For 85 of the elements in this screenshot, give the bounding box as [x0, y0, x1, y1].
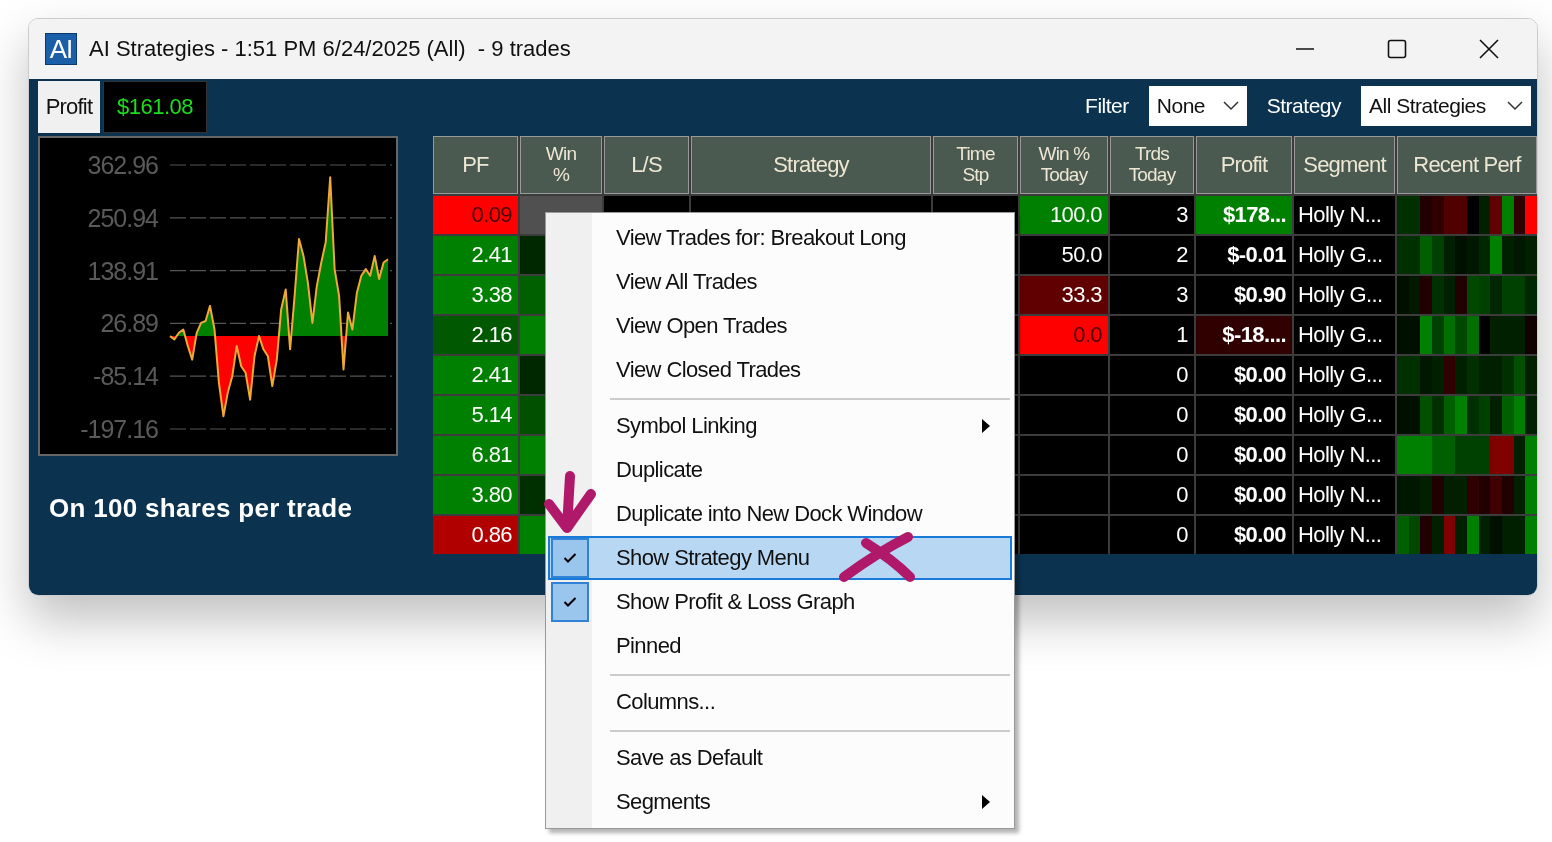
table-cell: Holly N...	[1294, 196, 1395, 234]
chevron-down-icon	[1222, 101, 1239, 111]
chevron-down-icon	[1507, 101, 1523, 111]
menu-item[interactable]: Segments	[548, 780, 1012, 824]
table-cell: 0	[1110, 476, 1194, 514]
profit-button[interactable]: Profit	[38, 81, 100, 133]
strategy-label: Strategy	[1266, 94, 1341, 118]
table-cell: Holly G...	[1294, 276, 1395, 314]
filter-label: Filter	[1085, 94, 1129, 118]
table-cell: $0.00	[1196, 396, 1292, 434]
table-cell: Holly N...	[1294, 436, 1395, 474]
table-cell: 100.0	[1020, 196, 1108, 234]
column-header[interactable]: Time Stp	[933, 136, 1018, 194]
y-tick-label: 138.91	[87, 256, 158, 285]
table-cell: $0.00	[1196, 356, 1292, 394]
table-cell: $0.90	[1196, 276, 1292, 314]
table-cell: Holly N...	[1294, 476, 1395, 514]
column-header[interactable]: L/S	[604, 136, 689, 194]
y-tick-label: 362.96	[87, 151, 158, 179]
menu-item[interactable]: Columns...	[548, 680, 1012, 724]
table-cell: $0.00	[1196, 436, 1292, 474]
column-header[interactable]: Trds Today	[1110, 136, 1194, 194]
table-cell: 0	[1110, 396, 1194, 434]
table-cell: 3.38	[433, 276, 518, 314]
table-cell: 2.41	[433, 236, 518, 274]
table-cell: 5.14	[433, 396, 518, 434]
table-cell: Holly G...	[1294, 236, 1395, 274]
profit-value: $161.08	[103, 81, 207, 133]
table-cell: 6.81	[433, 436, 518, 474]
app-logo: AI	[45, 33, 77, 65]
y-tick-label: 250.94	[87, 203, 158, 232]
column-header[interactable]: Strategy	[691, 136, 931, 194]
annotation-arrow	[543, 470, 597, 534]
table-cell: 3.80	[433, 476, 518, 514]
table-cell: 0.0	[1020, 316, 1108, 354]
menu-item[interactable]: Symbol Linking	[548, 404, 1012, 448]
table-cell: 3	[1110, 196, 1194, 234]
menu-item[interactable]: Save as Default	[548, 736, 1012, 780]
menu-item[interactable]: Duplicate into New Dock Window	[548, 492, 1012, 536]
table-cell: 0.86	[433, 516, 518, 554]
column-header[interactable]: PF	[433, 136, 518, 194]
table-cell: 0	[1110, 436, 1194, 474]
close-icon[interactable]	[1479, 39, 1499, 59]
table-cell: 0	[1110, 516, 1194, 554]
checkmark-icon	[563, 552, 577, 564]
table-cell: 0	[1110, 356, 1194, 394]
maximize-icon[interactable]	[1387, 39, 1407, 59]
window-title: AI Strategies - 1:51 PM 6/24/2025 (All) - 9 trades	[89, 36, 571, 62]
table-cell: Holly N...	[1294, 516, 1395, 554]
table-cell: 0.09	[433, 196, 518, 234]
menu-item[interactable]: View Trades for: Breakout Long	[548, 216, 1012, 260]
table-cell: $-0.01	[1196, 236, 1292, 274]
menu-item[interactable]: View Closed Trades	[548, 348, 1012, 392]
y-tick-label: -85.14	[93, 362, 158, 391]
table-cell: 3	[1110, 276, 1194, 314]
column-header[interactable]: Win %	[520, 136, 602, 194]
column-header[interactable]: Profit	[1196, 136, 1292, 194]
column-header[interactable]: Segment	[1294, 136, 1395, 194]
menu-item[interactable]: Pinned	[548, 624, 1012, 668]
table-cell: $0.00	[1196, 476, 1292, 514]
menu-item[interactable]: Show Strategy Menu	[548, 536, 1012, 580]
table-cell: Holly G...	[1294, 316, 1395, 354]
y-tick-label: -197.16	[80, 415, 158, 443]
menu-item[interactable]: Show Profit & Loss Graph	[548, 580, 1012, 624]
table-cell: 2.41	[433, 356, 518, 394]
table-cell: 2.16	[433, 316, 518, 354]
filter-dropdown[interactable]: None	[1148, 86, 1247, 126]
table-cell: 2	[1110, 236, 1194, 274]
chart-caption: On 100 shares per trade	[48, 493, 354, 524]
table-cell: Holly G...	[1294, 396, 1395, 434]
table-cell: $-18....	[1196, 316, 1292, 354]
strategy-dropdown[interactable]: All Strategies	[1361, 86, 1531, 126]
table-cell: $178...	[1196, 196, 1292, 234]
menu-item[interactable]: View All Trades	[548, 260, 1012, 304]
table-cell: Holly G...	[1294, 356, 1395, 394]
table-cell: 50.0	[1020, 236, 1108, 274]
menu-item[interactable]: View Open Trades	[548, 304, 1012, 348]
checkmark-icon	[563, 596, 577, 608]
y-tick-label: 26.89	[100, 309, 158, 338]
table-cell: $0.00	[1196, 516, 1292, 554]
menu-item[interactable]: Duplicate	[548, 448, 1012, 492]
column-header[interactable]: Win % Today	[1020, 136, 1108, 194]
table-cell: 33.3	[1020, 276, 1108, 314]
column-header[interactable]: Recent Perf	[1397, 136, 1537, 194]
table-cell: 1	[1110, 316, 1194, 354]
